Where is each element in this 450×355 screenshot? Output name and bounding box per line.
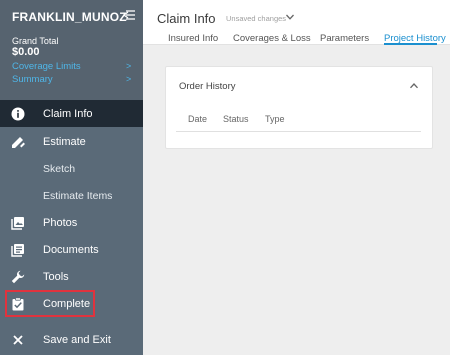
chevron-right-icon: > [126, 61, 132, 71]
wrench-icon [11, 270, 25, 284]
nav-save-and-exit[interactable]: Save and Exit [0, 326, 143, 353]
active-tab-indicator [384, 43, 437, 45]
tab-coverages-loss[interactable]: Coverages & Loss [233, 33, 311, 44]
nav-documents[interactable]: Documents [0, 236, 143, 263]
grand-total-label: Grand Total [12, 36, 59, 46]
nav-label: Documents [43, 243, 99, 256]
main-content: Claim Info Unsaved changes Insured Info … [143, 0, 450, 355]
nav-label: Claim Info [43, 107, 93, 120]
column-header-status: Status [223, 114, 249, 124]
table-divider [176, 131, 421, 132]
sidebar: FRANKLIN_MUNOZ Grand Total $0.00 Coverag… [0, 0, 143, 355]
nav-estimate-items[interactable]: Estimate Items [0, 182, 143, 209]
nav-label: Estimate Items [43, 189, 113, 202]
collapse-sidebar-icon[interactable] [123, 9, 135, 21]
photos-icon [11, 216, 25, 230]
page-title: Claim Info [157, 11, 216, 26]
chevron-up-icon[interactable] [409, 81, 419, 91]
page-header: Claim Info Unsaved changes Insured Info … [143, 0, 450, 45]
column-header-type: Type [265, 114, 285, 124]
sidebar-header: FRANKLIN_MUNOZ Grand Total $0.00 Coverag… [0, 0, 143, 100]
grand-total-value: $0.00 [12, 46, 40, 58]
nav-label: Tools [43, 270, 69, 283]
tab-parameters[interactable]: Parameters [320, 33, 369, 44]
order-history-card: Order History Date Status Type [165, 66, 433, 149]
nav-label: Save and Exit [43, 333, 111, 346]
user-name: FRANKLIN_MUNOZ [12, 10, 127, 24]
chevron-right-icon: > [126, 74, 132, 84]
nav-photos[interactable]: Photos [0, 209, 143, 236]
tab-insured-info[interactable]: Insured Info [168, 33, 218, 44]
nav-estimate[interactable]: Estimate [0, 128, 143, 155]
column-header-date: Date [188, 114, 208, 124]
chevron-down-icon[interactable] [285, 12, 295, 22]
unsaved-status[interactable]: Unsaved changes [226, 14, 286, 23]
close-icon [11, 333, 25, 347]
nav-label: Sketch [43, 162, 76, 175]
coverage-limits-link[interactable]: Coverage Limits [12, 61, 81, 72]
nav-sketch[interactable]: Sketch [0, 155, 143, 182]
documents-icon [11, 243, 25, 257]
nav-claim-info[interactable]: Claim Info [0, 100, 143, 127]
info-icon [11, 107, 25, 121]
nav-label: Photos [43, 216, 78, 229]
order-history-title: Order History [179, 81, 236, 92]
nav-label: Estimate [43, 135, 86, 148]
nav-tools[interactable]: Tools [0, 263, 143, 290]
ruler-pencil-icon [11, 135, 25, 149]
complete-highlight [5, 290, 95, 317]
summary-link[interactable]: Summary [12, 74, 53, 85]
